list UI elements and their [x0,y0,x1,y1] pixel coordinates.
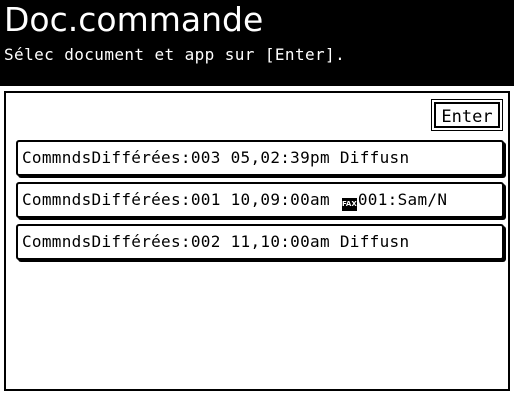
list-item-label: CommndsDifférées:001 10,09:00am FAX001:S… [22,184,447,216]
fax-screen: Doc.commande Sélec document et app sur [… [0,0,514,395]
list-item[interactable]: CommndsDifférées:001 10,09:00am FAX001:S… [16,182,504,218]
list-item-label-end: 001:Sam/N [357,190,448,209]
document-list: CommndsDifférées:003 05,02:39pm Diffusn … [6,93,508,389]
fax-icon: FAX [341,198,357,211]
list-item[interactable]: CommndsDifférées:003 05,02:39pm Diffusn [16,140,504,176]
instruction-text: Sélec document et app sur [Enter]. [4,45,346,64]
document-panel: Enter CommndsDifférées:003 05,02:39pm Di… [4,91,510,391]
list-item-label: CommndsDifférées:002 11,10:00am Diffusn [22,232,410,251]
list-item-label-start: CommndsDifférées:001 10,09:00am [22,190,340,209]
page-title: Doc.commande [4,0,264,39]
header-bar: Doc.commande Sélec document et app sur [… [0,0,514,86]
list-item-label: CommndsDifférées:003 05,02:39pm Diffusn [22,148,410,167]
list-item[interactable]: CommndsDifférées:002 11,10:00am Diffusn [16,224,504,260]
